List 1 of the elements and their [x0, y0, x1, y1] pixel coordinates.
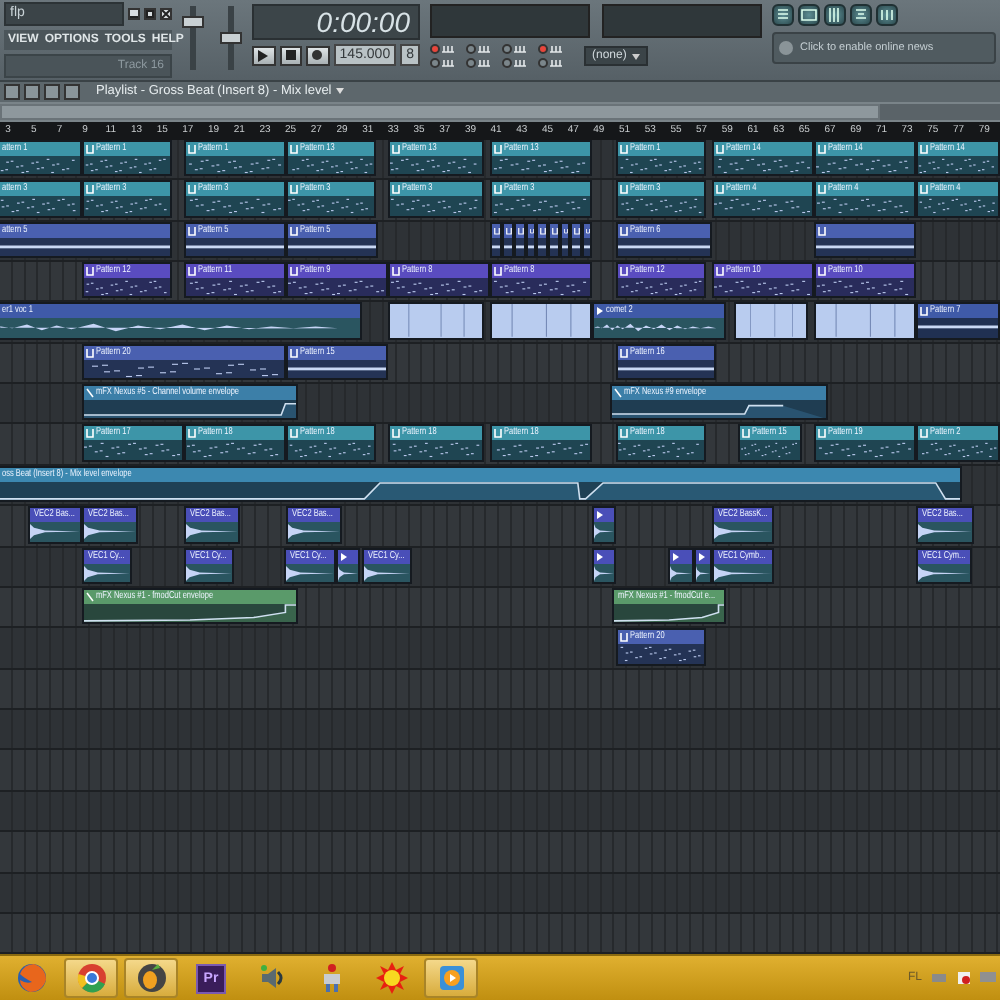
- time-display: 0:00:00: [252, 4, 420, 40]
